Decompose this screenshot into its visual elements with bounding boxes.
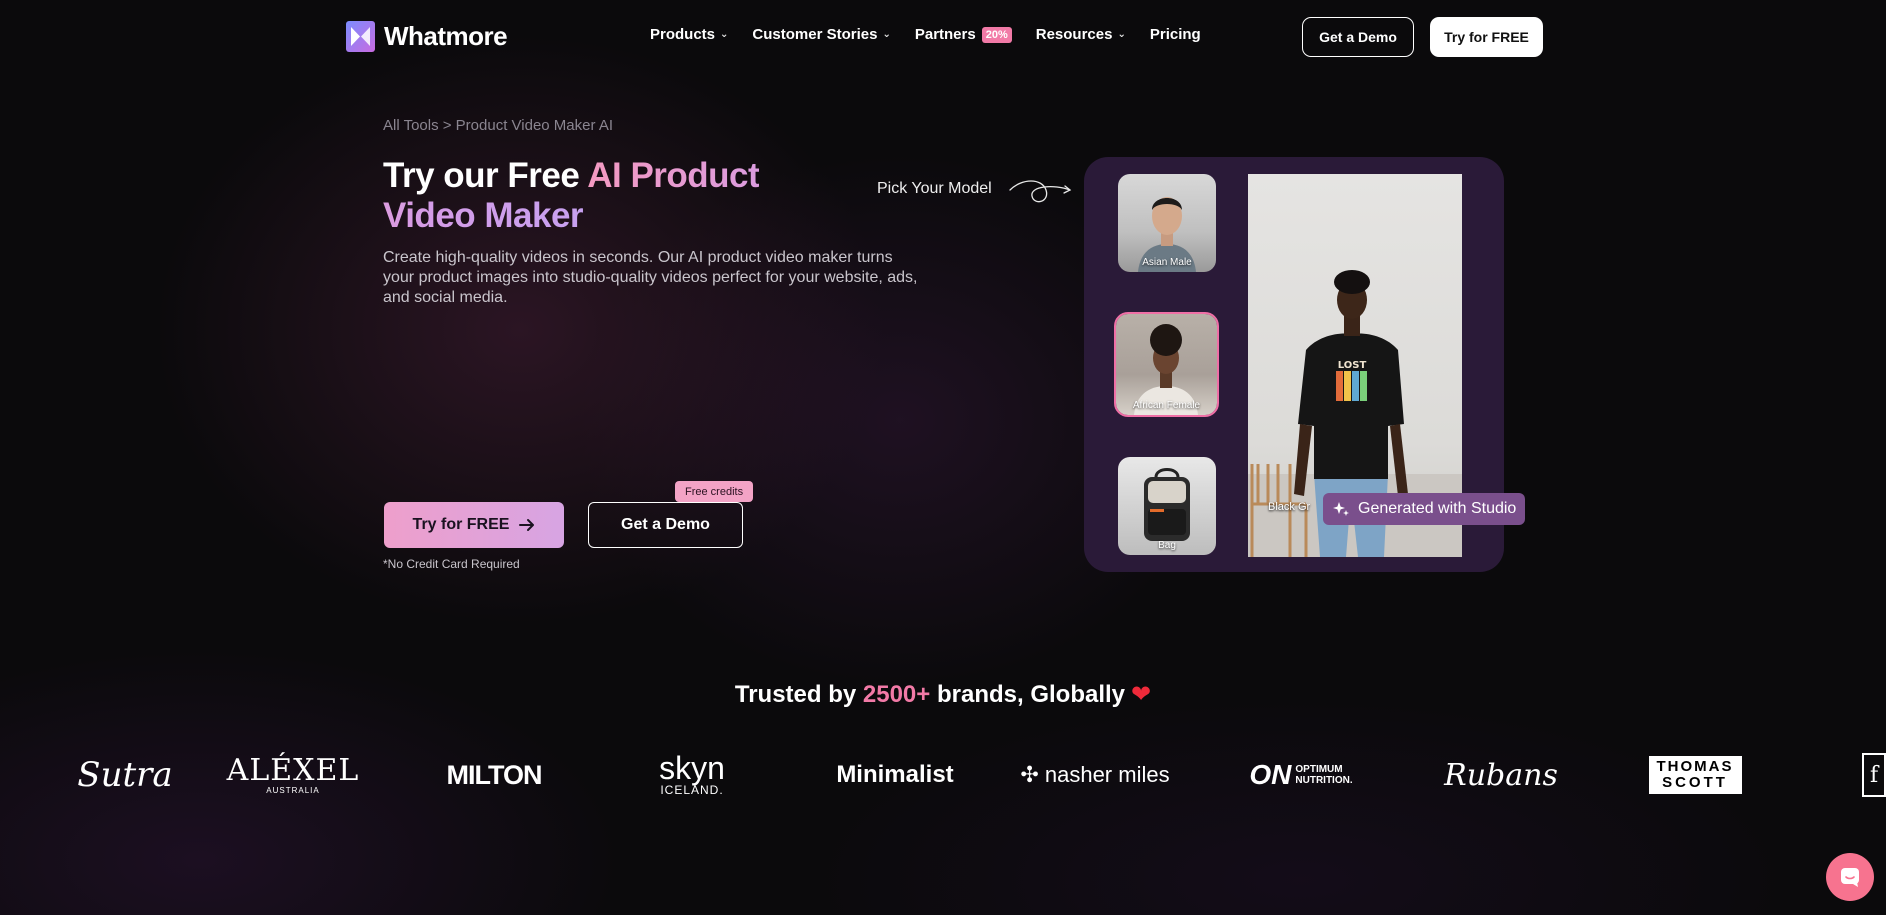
curly-arrow-icon bbox=[1009, 180, 1072, 203]
brand-logo-alexel: ALÉXEL AUSTRALIA bbox=[226, 745, 360, 805]
pick-model-label: Pick Your Model bbox=[877, 180, 992, 197]
nav-item-label: Pricing bbox=[1149, 26, 1201, 43]
brand-logo-nasher-miles: ✣ nasher miles bbox=[1020, 745, 1170, 805]
nav-item-label: Partners bbox=[914, 26, 976, 43]
discount-badge: 20% bbox=[981, 26, 1012, 43]
generated-with-studio-label: Generated with Studio bbox=[1358, 500, 1517, 517]
thomas-scott-box: THOMAS SCOTT bbox=[1648, 756, 1742, 794]
brand-name: Sutra bbox=[77, 755, 173, 795]
breadcrumb[interactable]: All Tools > Product Video Maker AI bbox=[383, 117, 613, 134]
compass-icon: ✣ bbox=[1020, 762, 1039, 787]
brand-name: THOMAS bbox=[1656, 758, 1734, 775]
brand-logo-partial: f bbox=[1862, 745, 1886, 805]
brand-name: Minimalist bbox=[836, 761, 954, 788]
trusted-by-heading: Trusted by 2500+ brands, Globally ❤ bbox=[0, 680, 1886, 709]
chevron-down-icon: ⌄ bbox=[720, 29, 729, 40]
brand-logo-minimalist: Minimalist bbox=[830, 745, 960, 805]
hero-try-free-button[interactable]: Try for FREE bbox=[384, 502, 564, 548]
model-label: Asian Male bbox=[1142, 257, 1192, 268]
brand-logo-rubans: Rubans bbox=[1436, 745, 1566, 805]
brand-name: nasher miles bbox=[1044, 762, 1170, 787]
sparkle-icon bbox=[1333, 502, 1349, 516]
brand-name: skyn bbox=[659, 750, 725, 786]
svg-text:LOST: LOST bbox=[1338, 360, 1367, 371]
brand-name: ON bbox=[1249, 759, 1292, 790]
brand-name: Rubans bbox=[1444, 757, 1558, 793]
brand-logo-optimum-nutrition: ON OPTIMUM NUTRITION. bbox=[1236, 745, 1366, 805]
hero-title-plain: Try our Free bbox=[383, 156, 588, 195]
nav-item-partners[interactable]: Partners 20% bbox=[915, 26, 1012, 43]
model-thumb-african-female[interactable]: African Female bbox=[1114, 312, 1219, 417]
chevron-down-icon: ⌄ bbox=[882, 29, 891, 40]
logo-text: Whatmore bbox=[384, 21, 508, 51]
brand-name: f bbox=[1870, 762, 1879, 788]
try-free-label: Try for FREE bbox=[412, 516, 510, 533]
nav-item-label: Customer Stories bbox=[752, 26, 878, 43]
chat-widget-button[interactable] bbox=[1826, 853, 1874, 901]
main-photo-label: Black Gr bbox=[1268, 501, 1311, 513]
chevron-down-icon: ⌄ bbox=[1117, 29, 1126, 40]
model-thumb-bag[interactable]: Bag bbox=[1118, 457, 1216, 555]
no-credit-card-note: *No Credit Card Required bbox=[383, 557, 520, 571]
brand-logo-milton: MILTON bbox=[434, 745, 554, 805]
generated-with-studio-badge: Generated with Studio bbox=[1323, 493, 1526, 525]
nav-get-demo-button[interactable]: Get a Demo bbox=[1302, 17, 1414, 57]
nav-item-resources[interactable]: Resources ⌄ bbox=[1036, 26, 1126, 43]
nav-item-customer-stories[interactable]: Customer Stories ⌄ bbox=[752, 26, 890, 43]
model-label: Bag bbox=[1158, 540, 1176, 551]
brand-name: MILTON bbox=[446, 759, 543, 790]
trusted-suffix: brands, Globally bbox=[930, 681, 1126, 708]
logo[interactable]: Whatmore bbox=[345, 20, 508, 53]
hero-get-demo-button[interactable]: Get a Demo bbox=[588, 502, 743, 548]
trusted-prefix: Trusted by bbox=[734, 681, 863, 708]
brand-name: SCOTT bbox=[1662, 774, 1728, 791]
brand-subtext: OPTIMUM bbox=[1295, 764, 1343, 775]
model-label: African Female bbox=[1132, 400, 1201, 411]
hero-title: Try our Free AI Product Video Maker bbox=[383, 156, 833, 236]
nav-item-label: Resources bbox=[1035, 26, 1113, 43]
brand-subtext: ICELAND. bbox=[660, 783, 724, 797]
nav-links: Products ⌄ Customer Stories ⌄ Partners 2… bbox=[650, 26, 1225, 43]
brand-logo-sutra: Sutra bbox=[60, 745, 190, 805]
free-credits-badge: Free credits bbox=[675, 481, 754, 502]
model-thumb-asian-male[interactable]: Asian Male bbox=[1118, 174, 1216, 272]
nav-item-pricing[interactable]: Pricing bbox=[1150, 26, 1201, 43]
nav-item-products[interactable]: Products ⌄ bbox=[650, 26, 728, 43]
brand-logo-thomas-scott: THOMAS SCOTT bbox=[1645, 745, 1745, 805]
partial-logo-box: f bbox=[1862, 753, 1886, 797]
brand-name: ALÉXEL bbox=[226, 752, 360, 788]
hero-description: Create high-quality videos in seconds. O… bbox=[383, 249, 918, 306]
brand-subtext-block: OPTIMUM NUTRITION. bbox=[1295, 764, 1352, 786]
brand-logos-strip: Sutra ALÉXEL AUSTRALIA MILTON skyn ICELA… bbox=[0, 745, 1886, 805]
trusted-count: 2500+ bbox=[862, 681, 931, 708]
nav-item-label: Products bbox=[650, 26, 716, 43]
arrow-right-icon bbox=[519, 519, 535, 531]
whatmore-logo-icon bbox=[346, 21, 375, 52]
chat-icon bbox=[1841, 868, 1859, 887]
brand-logo-skyn: skyn ICELAND. bbox=[632, 745, 752, 805]
nav-try-free-button[interactable]: Try for FREE bbox=[1430, 17, 1543, 57]
top-navigation: Whatmore Products ⌄ Customer Stories ⌄ P… bbox=[0, 0, 1886, 74]
heart-icon: ❤ bbox=[1131, 681, 1152, 708]
brand-subtext: NUTRITION. bbox=[1295, 775, 1353, 786]
brand-subtext: AUSTRALIA bbox=[266, 785, 320, 795]
